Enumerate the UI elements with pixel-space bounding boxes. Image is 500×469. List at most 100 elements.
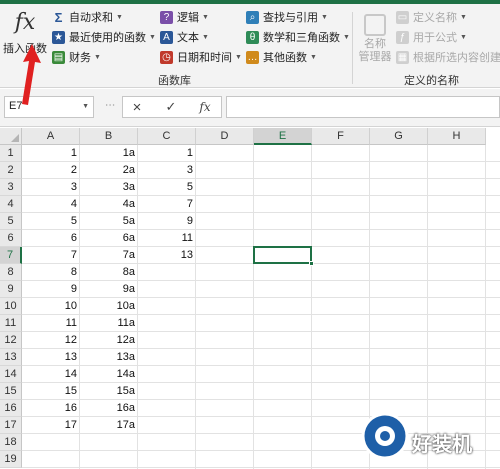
cancel-button[interactable]: × <box>124 96 150 118</box>
cell-b3[interactable]: 3a <box>80 179 138 196</box>
cell-a4[interactable]: 4 <box>22 196 80 213</box>
autosum-button[interactable]: Σ 自动求和 ▼ <box>52 8 123 26</box>
row-gridline <box>22 467 500 468</box>
row-header-8[interactable]: 8 <box>0 264 22 281</box>
column-header-e[interactable]: E <box>254 128 312 145</box>
cell-c6[interactable]: 11 <box>138 230 196 247</box>
tag-icon: ▭ <box>396 10 409 24</box>
datetime-button[interactable]: ◷ 日期和时间 ▼ <box>160 48 242 66</box>
cell-b17[interactable]: 17a <box>80 417 138 434</box>
drag-handle-icon[interactable]: ⋮ <box>104 100 115 109</box>
defined-names-group-label: 定义的名称 <box>404 75 459 87</box>
cell-b8[interactable]: 8a <box>80 264 138 281</box>
cell-c5[interactable]: 9 <box>138 213 196 230</box>
cell-b5[interactable]: 5a <box>80 213 138 230</box>
cell-b9[interactable]: 9a <box>80 281 138 298</box>
other-functions-button[interactable]: … 其他函数 ▼ <box>246 48 317 66</box>
cell-a7[interactable]: 7 <box>22 247 80 264</box>
define-name-button[interactable]: ▭ 定义名称 ▼ <box>396 8 467 26</box>
cell-b4[interactable]: 4a <box>80 196 138 213</box>
column-header-d[interactable]: D <box>196 128 254 145</box>
create-from-selection-label: 根据所选内容创建 <box>413 52 500 64</box>
cell-a9[interactable]: 9 <box>22 281 80 298</box>
cell-a8[interactable]: 8 <box>22 264 80 281</box>
autosum-label: 自动求和 <box>69 12 113 24</box>
insert-function-small-button[interactable]: fx <box>192 96 218 118</box>
cell-b1[interactable]: 1a <box>80 145 138 162</box>
cell-b14[interactable]: 14a <box>80 366 138 383</box>
fill-handle[interactable] <box>309 261 314 266</box>
column-header-h[interactable]: H <box>428 128 486 145</box>
cell-a15[interactable]: 15 <box>22 383 80 400</box>
cell-c7[interactable]: 13 <box>138 247 196 264</box>
cell-a12[interactable]: 12 <box>22 332 80 349</box>
cell-a1[interactable]: 1 <box>22 145 80 162</box>
selected-cell-outline[interactable] <box>253 246 314 266</box>
cell-b7[interactable]: 7a <box>80 247 138 264</box>
lookup-button[interactable]: ⌕ 查找与引用 ▼ <box>246 8 328 26</box>
row-header-6[interactable]: 6 <box>0 230 22 247</box>
chevron-down-icon: ▼ <box>82 103 89 110</box>
cell-b11[interactable]: 11a <box>80 315 138 332</box>
lookup-label: 查找与引用 <box>263 12 318 24</box>
column-header-f[interactable]: F <box>312 128 370 145</box>
column-header-c[interactable]: C <box>138 128 196 145</box>
row-header-15[interactable]: 15 <box>0 383 22 400</box>
cell-b6[interactable]: 6a <box>80 230 138 247</box>
enter-button[interactable]: ✓ <box>158 96 184 118</box>
row-header-5[interactable]: 5 <box>0 213 22 230</box>
create-from-selection-button[interactable]: ▦ 根据所选内容创建 <box>396 48 500 66</box>
row-header-7[interactable]: 7 <box>0 247 22 264</box>
text-button[interactable]: A 文本 ▼ <box>160 28 209 46</box>
cell-b16[interactable]: 16a <box>80 400 138 417</box>
row-header-3[interactable]: 3 <box>0 179 22 196</box>
cell-c4[interactable]: 7 <box>138 196 196 213</box>
formulas-ribbon: fx 插入函数 Σ 自动求和 ▼ ★ 最近使用的函数 ▼ ▤ 财务 ▼ ? 逻辑… <box>0 6 500 88</box>
row-header-19[interactable]: 19 <box>0 451 22 468</box>
select-all-button[interactable] <box>0 128 22 145</box>
math-icon: θ <box>246 30 259 44</box>
row-header-17[interactable]: 17 <box>0 417 22 434</box>
lookup-icon: ⌕ <box>246 10 259 24</box>
column-header-a[interactable]: A <box>22 128 80 145</box>
cell-c2[interactable]: 3 <box>138 162 196 179</box>
cell-b13[interactable]: 13a <box>80 349 138 366</box>
cell-a10[interactable]: 10 <box>22 298 80 315</box>
row-header-11[interactable]: 11 <box>0 315 22 332</box>
use-in-formula-button[interactable]: ƒ 用于公式 ▼ <box>396 28 467 46</box>
column-header-b[interactable]: B <box>80 128 138 145</box>
cell-a6[interactable]: 6 <box>22 230 80 247</box>
row-header-12[interactable]: 12 <box>0 332 22 349</box>
row-header-4[interactable]: 4 <box>0 196 22 213</box>
row-header-14[interactable]: 14 <box>0 366 22 383</box>
logical-button[interactable]: ? 逻辑 ▼ <box>160 8 209 26</box>
row-header-13[interactable]: 13 <box>0 349 22 366</box>
cell-c1[interactable]: 1 <box>138 145 196 162</box>
cell-a2[interactable]: 2 <box>22 162 80 179</box>
name-manager-button[interactable]: 名称 管理器 <box>357 14 393 64</box>
cell-b10[interactable]: 10a <box>80 298 138 315</box>
row-header-9[interactable]: 9 <box>0 281 22 298</box>
define-name-label: 定义名称 <box>413 12 457 24</box>
row-header-2[interactable]: 2 <box>0 162 22 179</box>
row-header-16[interactable]: 16 <box>0 400 22 417</box>
column-header-g[interactable]: G <box>370 128 428 145</box>
cell-a11[interactable]: 11 <box>22 315 80 332</box>
cell-a17[interactable]: 17 <box>22 417 80 434</box>
row-header-18[interactable]: 18 <box>0 434 22 451</box>
cell-b15[interactable]: 15a <box>80 383 138 400</box>
chevron-down-icon: ▼ <box>310 53 317 61</box>
cell-b12[interactable]: 12a <box>80 332 138 349</box>
row-header-10[interactable]: 10 <box>0 298 22 315</box>
cell-a13[interactable]: 13 <box>22 349 80 366</box>
math-button[interactable]: θ 数学和三角函数 ▼ <box>246 28 350 46</box>
cell-a5[interactable]: 5 <box>22 213 80 230</box>
cell-a16[interactable]: 16 <box>22 400 80 417</box>
row-header-1[interactable]: 1 <box>0 145 22 162</box>
cell-a3[interactable]: 3 <box>22 179 80 196</box>
cell-c3[interactable]: 5 <box>138 179 196 196</box>
cell-b2[interactable]: 2a <box>80 162 138 179</box>
function-library-group-label: 函数库 <box>158 75 191 87</box>
formula-input[interactable] <box>226 96 500 118</box>
cell-a14[interactable]: 14 <box>22 366 80 383</box>
